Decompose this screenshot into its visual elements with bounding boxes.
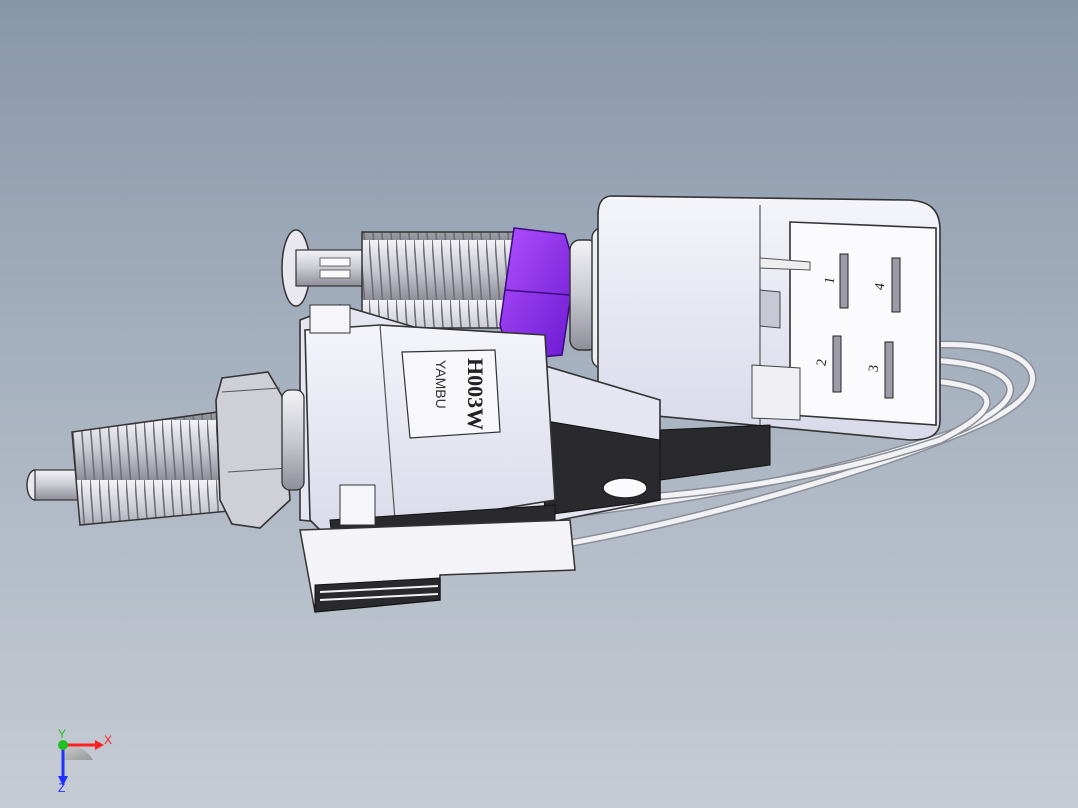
pin-2 <box>832 335 842 393</box>
z-axis-label: Z <box>58 781 65 795</box>
y-axis-dot <box>58 740 68 750</box>
pin-3 <box>884 341 894 399</box>
part-number-text: H003W <box>463 358 488 430</box>
y-axis-label: Y <box>58 727 66 741</box>
pin-4 <box>891 257 901 313</box>
part-label-plate: YAMBU H003W <box>401 349 501 439</box>
pin-1 <box>839 253 849 309</box>
brand-mark-text: YAMBU <box>433 360 449 409</box>
x-axis-arrow <box>95 740 104 750</box>
upper-threaded-shaft[interactable] <box>361 231 521 329</box>
cad-viewport[interactable]: 1 4 2 3 YAMBU H003W X Y Z <box>0 0 1078 808</box>
x-axis-label: X <box>104 733 112 747</box>
bottom-connector[interactable] <box>299 519 576 613</box>
hex-nut[interactable] <box>215 371 305 529</box>
lower-threaded-shaft[interactable] <box>71 409 241 526</box>
lower-plunger[interactable] <box>26 469 81 501</box>
orientation-triad[interactable]: X Y Z <box>58 727 112 795</box>
upper-plunger[interactable] <box>281 229 367 307</box>
model-scene[interactable]: 1 4 2 3 YAMBU H003W X Y Z <box>0 0 1078 808</box>
